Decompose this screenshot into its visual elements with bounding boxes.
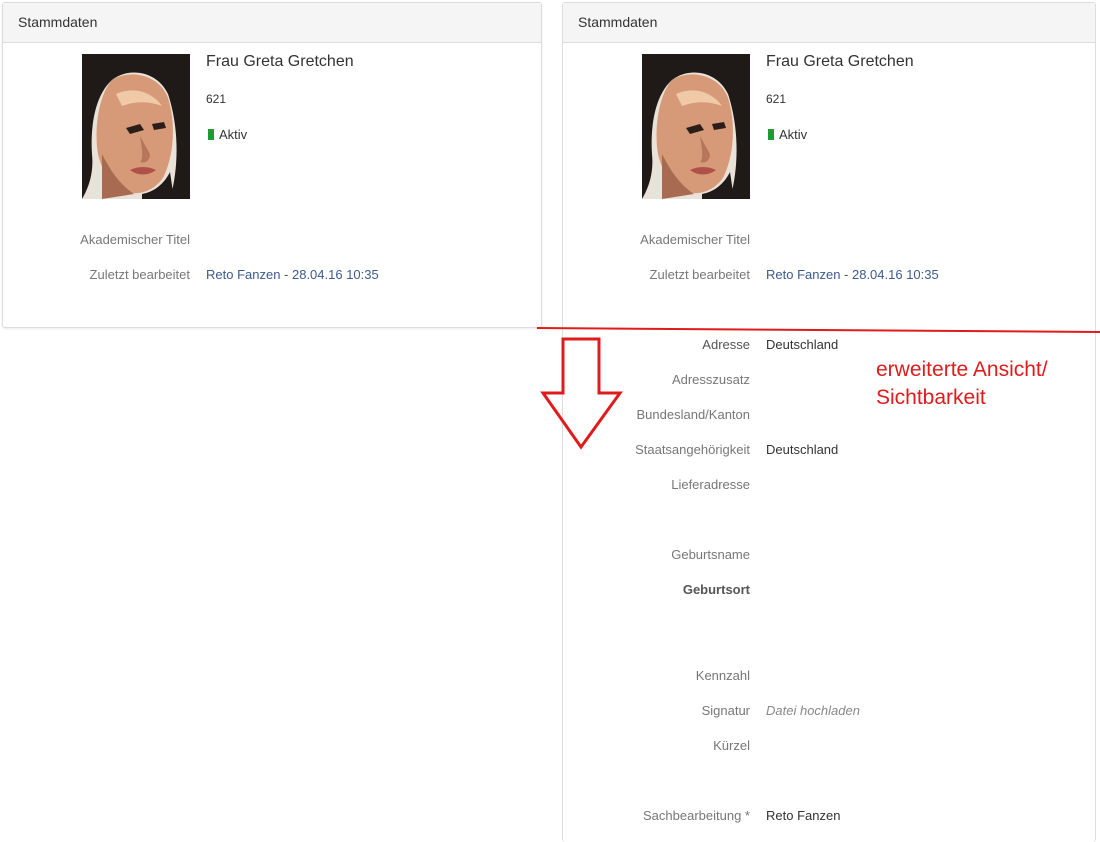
field-label-geburtsort: Geburtsort [682, 582, 750, 597]
person-number: 621 [206, 92, 227, 106]
status-label: Aktiv [219, 127, 248, 142]
field-label-lieferadresse: Lieferadresse [671, 477, 750, 492]
profile-photo [642, 54, 750, 199]
field-value-zuletzt-bearbeitet[interactable]: Reto Fanzen - 28.04.16 10:35 [766, 267, 939, 282]
person-name: Frau Greta Gretchen [206, 53, 354, 70]
field-label-akademischer-titel: Akademischer Titel [80, 232, 190, 247]
field-value-zuletzt-bearbeitet[interactable]: Reto Fanzen - 28.04.16 10:35 [206, 267, 379, 282]
field-label-adresszusatz: Adresszusatz [671, 372, 750, 387]
field-value-adresse: Deutschland [766, 337, 839, 352]
status-badge: Aktiv [768, 127, 807, 142]
field-value-sachbearbeitung: Reto Fanzen [766, 808, 841, 823]
status-indicator-icon [208, 129, 214, 140]
field-value-staatsangehoerigkeit: Deutschland [766, 442, 839, 457]
field-label-staatsangehoerigkeit: Staatsangehörigkeit [635, 442, 750, 457]
field-label-adresse: Adresse [702, 337, 750, 352]
annotation-line-2: Sichtbarkeit [876, 386, 986, 409]
status-badge: Aktiv [208, 127, 247, 142]
field-label-sachbearbeitung: Sachbearbeitung * [643, 808, 750, 823]
field-label-bundesland-kanton: Bundesland/Kanton [636, 407, 750, 422]
annotation-line-1: erweiterte Ansicht/ [876, 358, 1048, 381]
upload-file-link[interactable]: Datei hochladen [766, 703, 860, 718]
person-number: 621 [766, 92, 787, 106]
field-label-signatur: Signatur [701, 703, 750, 718]
annotation-text: erweiterte Ansicht/ Sichtbarkeit [876, 356, 1048, 412]
field-label-zuletzt-bearbeitet: Zuletzt bearbeitet [89, 267, 190, 282]
field-label-akademischer-titel: Akademischer Titel [640, 232, 750, 247]
field-label-kuerzel: Kürzel [713, 738, 750, 753]
field-label-zuletzt-bearbeitet: Zuletzt bearbeitet [649, 267, 750, 282]
status-indicator-icon [768, 129, 774, 140]
panel-heading: Stammdaten [3, 3, 541, 43]
person-name: Frau Greta Gretchen [766, 53, 914, 70]
field-label-kennzahl: Kennzahl [695, 668, 750, 683]
profile-photo [82, 54, 190, 199]
status-label: Aktiv [779, 127, 808, 142]
panel-heading: Stammdaten [563, 3, 1095, 43]
field-label-geburtsname: Geburtsname [671, 547, 750, 562]
